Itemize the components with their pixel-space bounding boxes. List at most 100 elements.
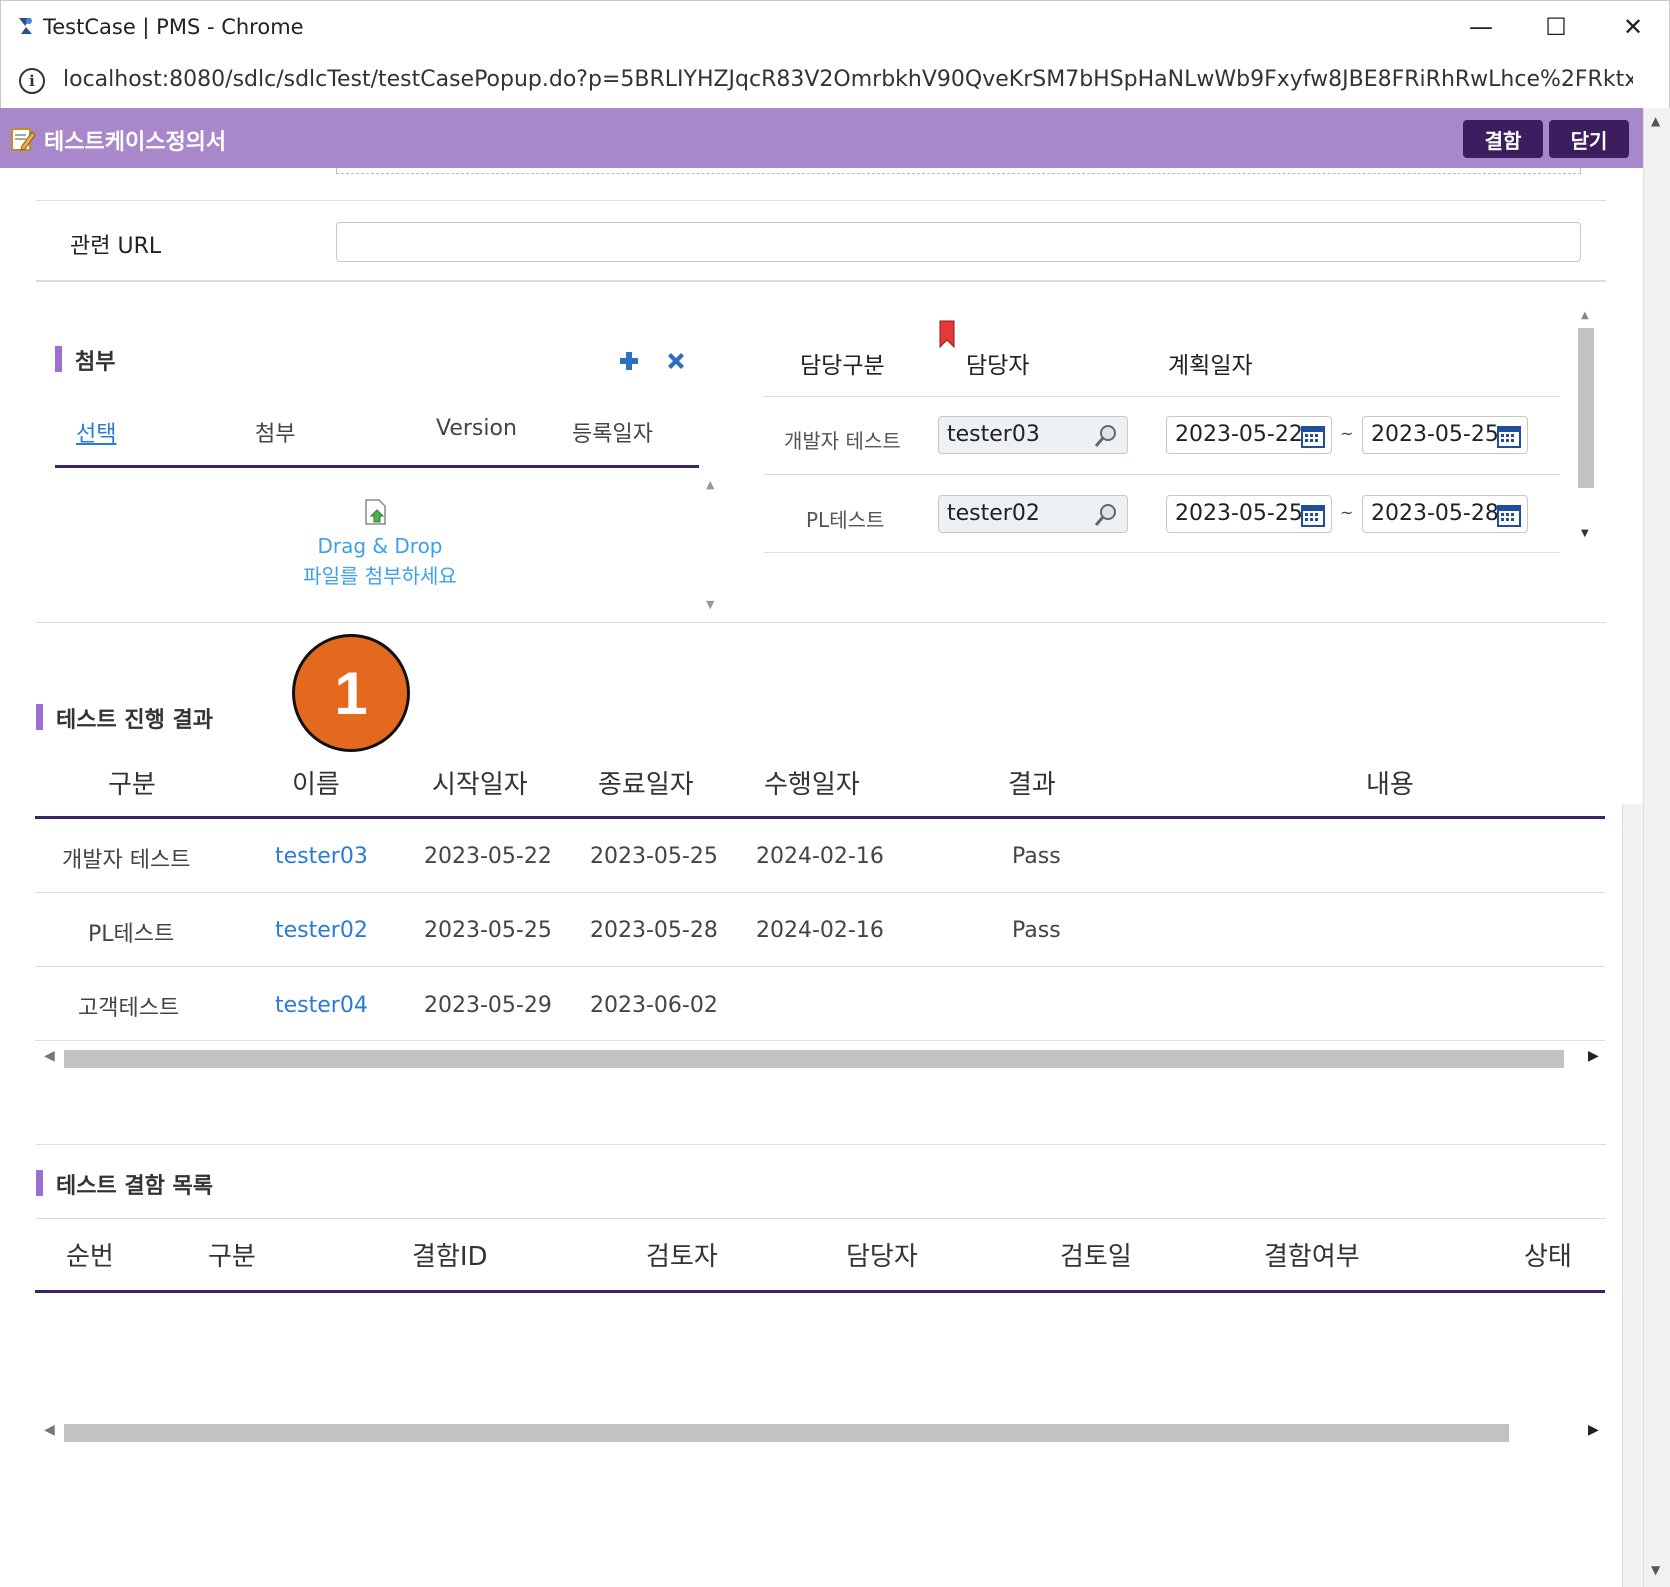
close-window-button[interactable]: ✕ [1613,11,1653,43]
defects-col-seq: 순번 [66,1242,114,1272]
plan-end-input[interactable]: 2023-05-28 [1362,495,1528,533]
popup-title: 테스트케이스정의서 [44,130,227,155]
results-col-note: 내용 [1366,770,1414,800]
search-icon[interactable] [1093,423,1119,449]
results-cell-result: Pass [1012,844,1061,869]
divider [35,892,1605,893]
page-scrollbar[interactable]: ▲ ▼ [1643,108,1670,1587]
scroll-down-icon[interactable]: ▼ [1651,1563,1660,1577]
assignee-row-type: PL테스트 [806,508,885,532]
assignee-person-value: tester02 [947,501,1040,526]
defects-col-type: 구분 [208,1242,256,1272]
results-cell-name-link[interactable]: tester04 [275,993,368,1018]
divider [36,280,1606,282]
attachment-scroll-up-icon[interactable]: ▲ [706,478,714,491]
attachment-section-title: 첨부 [55,344,115,376]
divider [36,622,1606,623]
assignee-scrollbar[interactable]: ▲ ▼ [1576,310,1596,550]
divider [36,200,1606,201]
plan-end-input[interactable]: 2023-05-25 [1362,416,1528,454]
defects-col-is-defect: 결함여부 [1264,1242,1360,1272]
results-cell-name-link[interactable]: tester02 [275,918,368,943]
results-cell-start: 2023-05-25 [424,918,552,943]
dropzone-line1: Drag & Drop [317,534,443,558]
scroll-up-icon[interactable]: ▲ [1581,310,1589,321]
bookmark-icon [939,320,955,348]
scroll-thumb[interactable] [1578,328,1594,488]
defects-hscrollbar[interactable]: ◀ ▶ [40,1422,1600,1444]
divider [35,966,1605,967]
results-cell-start: 2023-05-29 [424,993,552,1018]
calendar-icon[interactable] [1497,424,1521,448]
file-upload-icon [365,499,386,525]
results-header-rule [35,816,1605,819]
address-bar[interactable]: i localhost:8080/sdlc/sdlcTest/testCaseP… [0,54,1670,108]
add-icon[interactable] [618,350,640,372]
window-titlebar: TestCase | PMS - Chrome — ☐ ✕ [0,0,1670,54]
results-col-done: 수행일자 [764,770,860,800]
maximize-icon: ☐ [1545,13,1567,41]
results-cell-end: 2023-05-28 [590,918,718,943]
attachment-col-file: 첨부 [255,422,296,447]
date-range-separator: ~ [1340,424,1354,443]
calendar-icon[interactable] [1497,503,1521,527]
url-text[interactable]: localhost:8080/sdlc/sdlcTest/testCasePop… [63,67,1633,92]
results-cell-name-link[interactable]: tester03 [275,844,368,869]
textarea-remnant [336,168,1581,174]
scroll-left-icon[interactable]: ◀ [44,1422,55,1438]
attachment-col-version: Version [436,416,517,441]
results-col-end: 종료일자 [598,770,694,800]
maximize-button[interactable]: ☐ [1536,11,1576,43]
scroll-down-icon[interactable]: ▼ [1581,528,1589,539]
popup-header: 테스트케이스정의서 결함 닫기 [0,108,1643,168]
results-col-type: 구분 [108,770,156,800]
results-hscrollbar[interactable]: ◀ ▶ [40,1048,1600,1070]
close-icon: ✕ [1622,13,1644,41]
defect-button[interactable]: 결함 [1463,120,1543,158]
delete-icon[interactable] [665,350,687,372]
defects-col-status: 상태 [1524,1242,1572,1272]
assignee-person-input[interactable]: tester03 [938,416,1128,454]
results-cell-end: 2023-06-02 [590,993,718,1018]
attachment-col-select[interactable]: 선택 [76,416,116,448]
scroll-right-icon[interactable]: ▶ [1588,1048,1599,1064]
results-col-start: 시작일자 [432,770,528,800]
results-cell-start: 2023-05-22 [424,844,552,869]
assignee-col-type: 담당구분 [800,353,885,379]
results-col-name: 이름 [292,770,340,800]
results-section-title: 테스트 진행 결과 [36,702,213,734]
related-url-input[interactable] [336,222,1581,262]
close-button[interactable]: 닫기 [1549,120,1629,158]
file-dropzone[interactable]: Drag & Drop 파일를 첨부하세요 [250,498,510,608]
calendar-icon[interactable] [1301,424,1325,448]
minimize-button[interactable]: — [1461,11,1501,43]
calendar-icon[interactable] [1301,503,1325,527]
divider [764,396,1560,397]
divider [36,1218,1606,1219]
plan-start-input[interactable]: 2023-05-22 [1166,416,1332,454]
lower-scrollbar-track[interactable] [1622,804,1643,1587]
assignee-col-person: 담당자 [966,353,1030,379]
related-url-label: 관련 URL [70,234,162,259]
assignee-person-input[interactable]: tester02 [938,495,1128,533]
plan-start-input[interactable]: 2023-05-25 [1166,495,1332,533]
attachment-col-date: 등록일자 [572,422,653,447]
plan-end-value: 2023-05-25 [1371,422,1499,447]
scroll-thumb[interactable] [64,1050,1564,1068]
minimize-icon: — [1469,13,1493,41]
attachment-header-rule [55,465,699,468]
edit-document-icon [11,128,36,151]
scroll-up-icon[interactable]: ▲ [1651,114,1660,128]
step-number-badge: 1 [292,634,410,752]
scroll-thumb[interactable] [64,1424,1509,1442]
attachment-scroll-down-icon[interactable]: ▼ [706,598,714,611]
defects-section-title: 테스트 결함 목록 [36,1168,213,1200]
results-cell-done: 2024-02-16 [756,844,884,869]
scroll-left-icon[interactable]: ◀ [44,1048,55,1064]
search-icon[interactable] [1093,502,1119,528]
results-cell-type: 개발자 테스트 [62,848,191,873]
scroll-right-icon[interactable]: ▶ [1588,1422,1599,1438]
site-info-icon[interactable]: i [19,68,45,94]
dropzone-line2: 파일를 첨부하세요 [303,564,457,588]
assignee-col-plan: 계획일자 [1168,353,1253,379]
